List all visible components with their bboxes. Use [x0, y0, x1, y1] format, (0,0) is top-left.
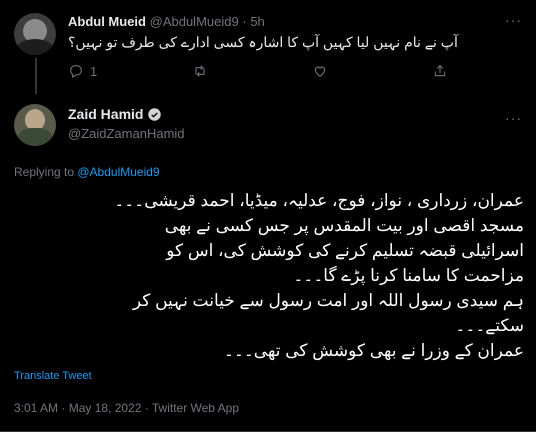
reply-count: 1 [90, 63, 98, 79]
author-handle[interactable]: @AbdulMueid9 [150, 14, 239, 29]
author-handle[interactable]: @ZaidZamanHamid [68, 126, 185, 141]
tweet-text: عمران، زرداری ، نواز، فوج، عدلیہ، میڈیا،… [114, 191, 524, 360]
avatar[interactable] [14, 13, 56, 55]
replying-to: Replying to @AbdulMueid9 [14, 165, 160, 179]
reply-header: Abdul Mueid @AbdulMueid9 · 5h [68, 14, 265, 29]
author-name[interactable]: Abdul Mueid [68, 14, 146, 29]
verified-badge-icon [148, 107, 162, 121]
reply-tweet[interactable]: Abdul Mueid @AbdulMueid9 · 5h ··· آپ نے … [0, 0, 536, 94]
more-options-icon[interactable]: ··· [505, 12, 522, 28]
more-options-icon[interactable]: ··· [505, 110, 522, 126]
tweet-text: آپ نے نام نہیں لیا کہیں آپ کا اشارہ کسی … [68, 34, 458, 50]
timestamp[interactable]: 5h [250, 14, 264, 29]
reply-icon [70, 65, 82, 78]
like-button[interactable] [312, 63, 328, 79]
thread-line [35, 58, 37, 94]
tweet-header: Zaid Hamid @ZaidZamanHamid [68, 106, 185, 141]
share-button[interactable] [432, 63, 448, 79]
retweet-icon [195, 65, 205, 77]
replying-to-link[interactable]: @AbdulMueid9 [77, 165, 159, 179]
avatar[interactable] [14, 104, 56, 146]
translate-tweet-link[interactable]: Translate Tweet [14, 370, 92, 382]
share-icon [434, 64, 446, 77]
retweet-button[interactable] [192, 63, 208, 79]
action-bar: 1 [60, 63, 460, 83]
heart-icon [314, 66, 326, 77]
reply-button[interactable]: 1 [68, 63, 97, 79]
tweet-metadata[interactable]: 3:01 AM · May 18, 2022 · Twitter Web App [14, 401, 239, 415]
author-name[interactable]: Zaid Hamid [68, 106, 143, 122]
